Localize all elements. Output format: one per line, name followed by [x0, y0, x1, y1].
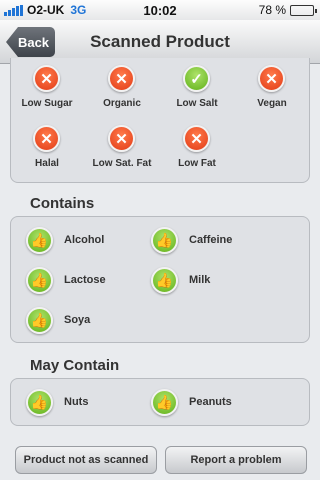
- contains-item-milk: Milk: [189, 274, 211, 286]
- thumbs-up-icon: 👍: [26, 227, 53, 254]
- status-right: 78 %: [258, 3, 317, 17]
- thumbs-up-icon: 👍: [26, 389, 53, 416]
- diet-label-vegan: Vegan: [257, 98, 287, 109]
- thumbs-up-icon: 👍: [151, 227, 178, 254]
- contains-item-caffeine: Caffeine: [189, 234, 233, 246]
- may-contain-item-peanuts: Peanuts: [189, 396, 232, 408]
- contains-item-alcohol: Alcohol: [64, 234, 105, 246]
- contains-heading: Contains: [30, 195, 95, 212]
- contains-item-lactose: Lactose: [64, 274, 106, 286]
- contains-item-soya: Soya: [64, 314, 91, 326]
- thumbs-up-icon: 👍: [151, 267, 178, 294]
- product-not-as-scanned-button[interactable]: Product not as scanned: [15, 446, 157, 474]
- cross-icon: ✕: [258, 65, 285, 92]
- diet-label-low-salt: Low Salt: [176, 98, 218, 109]
- status-bar: O2-UK 3G 10:02 78 %: [0, 0, 320, 20]
- diet-label-low-sugar: Low Sugar: [21, 98, 73, 109]
- diet-label-halal: Halal: [35, 158, 59, 169]
- report-problem-button[interactable]: Report a problem: [165, 446, 307, 474]
- cross-icon: ✕: [33, 65, 60, 92]
- check-icon: ✓: [183, 65, 210, 92]
- thumbs-up-icon: 👍: [26, 307, 53, 334]
- page-title: Scanned Product: [90, 32, 230, 51]
- cross-icon: ✕: [183, 125, 210, 152]
- may-contain-heading: May Contain: [30, 357, 120, 374]
- may-contain-item-nuts: Nuts: [64, 396, 89, 408]
- cross-icon: ✕: [108, 125, 135, 152]
- cross-icon: ✕: [33, 125, 60, 152]
- battery-icon: [290, 4, 317, 16]
- cross-icon: ✕: [108, 65, 135, 92]
- diet-label-organic: Organic: [103, 98, 141, 109]
- battery-percent: 78 %: [258, 3, 286, 17]
- diet-label-low-fat: Low Fat: [178, 158, 216, 169]
- diet-label-low-sat-fat: Low Sat. Fat: [92, 158, 152, 169]
- thumbs-up-icon: 👍: [26, 267, 53, 294]
- thumbs-up-icon: 👍: [151, 389, 178, 416]
